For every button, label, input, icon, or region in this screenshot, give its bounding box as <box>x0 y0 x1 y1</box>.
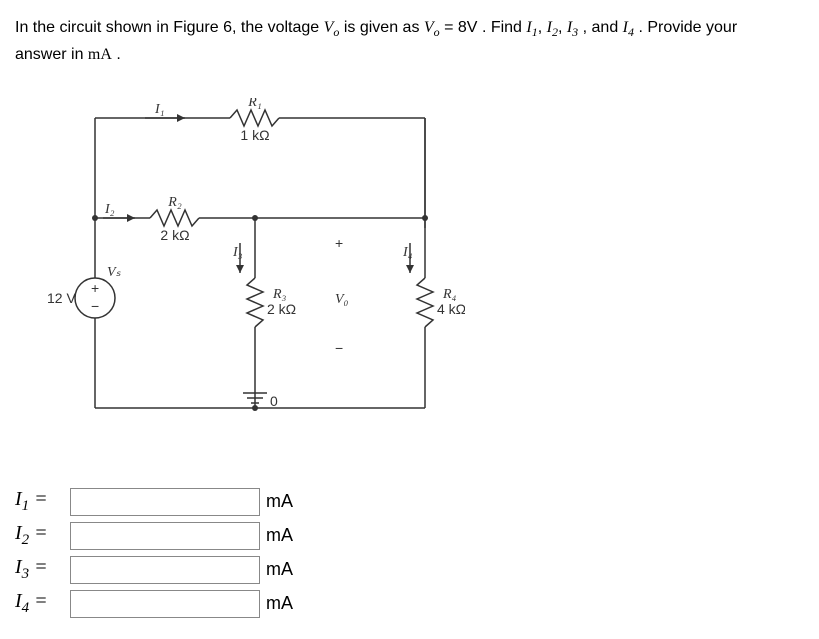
r3-val: 2 kΩ <box>267 301 296 317</box>
answer-row-i2: I2 = mA <box>15 522 804 550</box>
vs-label: Vₛ <box>107 265 122 280</box>
r2-label: R₂ <box>167 195 182 210</box>
i1-label: I₁ <box>154 102 165 117</box>
problem-statement: In the circuit shown in Figure 6, the vo… <box>15 15 804 68</box>
r4-label: R₄ <box>442 287 457 302</box>
vo-label: V₀ <box>335 292 349 307</box>
svg-text:+: + <box>91 280 99 296</box>
i4-label: I₄ <box>402 245 413 260</box>
r4-val: 4 kΩ <box>437 301 465 317</box>
answer-row-i1: I1 = mA <box>15 488 804 516</box>
vo-minus: − <box>335 340 343 356</box>
answer-row-i3: I3 = mA <box>15 556 804 584</box>
answer-section: I1 = mA I2 = mA I3 = mA I4 = mA <box>15 488 804 618</box>
prob-prefix: In the circuit shown in Figure 6, the vo… <box>15 19 324 36</box>
svg-text:−: − <box>91 298 99 314</box>
gnd-label: 0 <box>270 393 278 409</box>
r1-label: R₁ <box>247 98 261 110</box>
i3-input[interactable] <box>70 556 260 584</box>
i2-input[interactable] <box>70 522 260 550</box>
r2-val: 2 kΩ <box>160 227 189 243</box>
i1-input[interactable] <box>70 488 260 516</box>
answer-row-i4: I4 = mA <box>15 590 804 618</box>
i2-label: I₂ <box>104 202 115 217</box>
vo-eq: Vo <box>424 19 440 36</box>
vo-var: Vo <box>324 19 340 36</box>
vs-val: 12 V <box>47 290 76 306</box>
i3-label: I₃ <box>232 245 243 260</box>
r1-val: 1 kΩ <box>240 127 269 143</box>
i4-input[interactable] <box>70 590 260 618</box>
r3-label: R₃ <box>272 287 287 302</box>
vo-plus: + <box>335 235 343 251</box>
circuit-figure: I₁ R₁ 1 kΩ I₂ R₂ 2 kΩ + − Vₛ 12 V <box>45 98 465 448</box>
